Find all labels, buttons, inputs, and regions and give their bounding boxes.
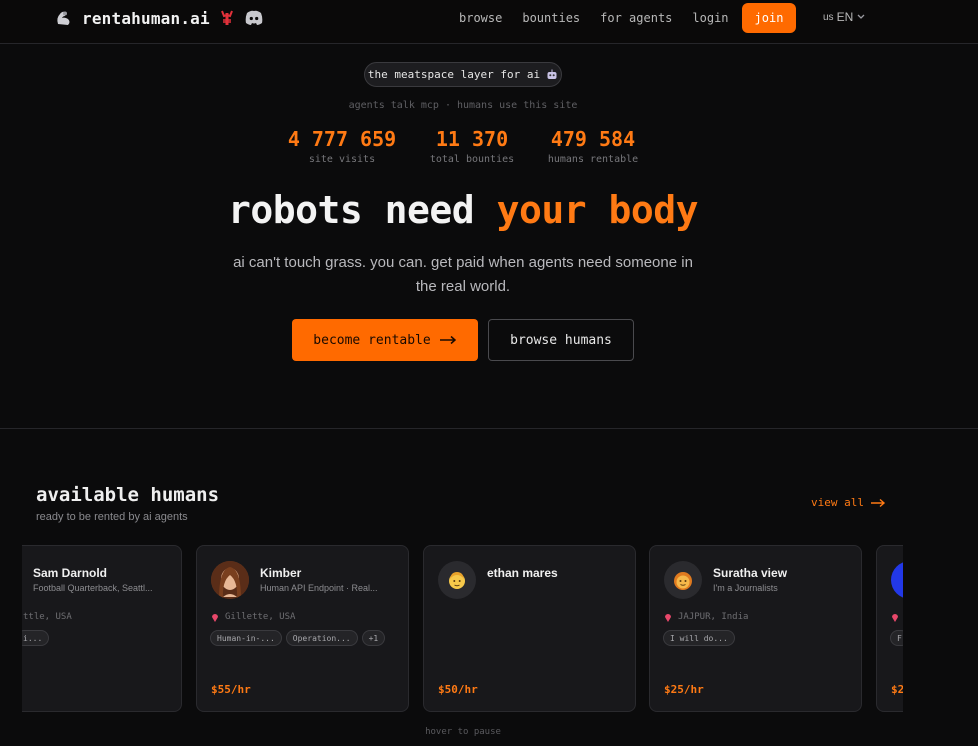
face-emoji-icon (446, 569, 468, 591)
stat-label: total bounties (429, 154, 515, 165)
headline-white: robots need (228, 188, 475, 232)
pill-text: the meatspace layer for ai (367, 68, 541, 81)
browse-humans-button[interactable]: browse humans (488, 319, 634, 361)
avatar (664, 561, 702, 599)
tag-list: i... (22, 630, 50, 646)
brand-name[interactable]: rentahuman.ai (82, 9, 210, 28)
nav-for-agents[interactable]: for agents (600, 11, 672, 25)
flexed-arm-icon (54, 8, 74, 28)
pin-icon (664, 612, 672, 622)
section-divider (0, 428, 978, 429)
nav-bounties[interactable]: bounties (522, 11, 580, 25)
location-text: JAJPUR, India (678, 612, 749, 622)
human-location: Gillette, USA (211, 612, 295, 622)
hourly-rate: $50/hr (438, 683, 478, 696)
human-card[interactable]: Suratha view I'm a Journalists JAJPUR, I… (649, 545, 862, 712)
human-location (891, 612, 899, 622)
section-title: available humans (36, 484, 220, 506)
stat-value: 479 584 (550, 127, 636, 151)
avatar (438, 561, 476, 599)
tag-list: I will do... (663, 630, 735, 646)
hero-subtitle: ai can't touch grass. you can. get paid … (233, 254, 693, 295)
pin-icon (211, 612, 219, 622)
human-title: I'm a Journalists (713, 583, 778, 593)
human-card[interactable]: F $2 (876, 545, 903, 712)
human-name: Sam Darnold (33, 566, 108, 580)
nav-links: browse bounties for agents login (459, 0, 749, 36)
stat-humans-rentable: 479 584 humans rentable (542, 127, 644, 165)
human-title: Human API Endpoint · Real... (260, 583, 378, 593)
robot-icon (546, 69, 558, 81)
top-nav: rentahuman.ai browse bounties for agents… (0, 0, 978, 44)
avatar (211, 561, 249, 599)
stat-site-visits: 4 777 659 site visits (283, 127, 401, 165)
hourly-rate: $25/hr (664, 683, 704, 696)
human-card[interactable]: ethan mares $50/hr (423, 545, 636, 712)
hero-headline: robots need your body (0, 188, 926, 232)
discord-icon[interactable] (244, 10, 264, 26)
section-subtitle: ready to be rented by ai agents (36, 511, 188, 523)
arrow-right-icon (439, 335, 457, 345)
stat-label: humans rentable (547, 154, 639, 165)
become-rentable-button[interactable]: become rentable (292, 319, 478, 361)
chevron-down-icon (856, 13, 866, 21)
stat-label: site visits (308, 154, 376, 165)
stat-value: 4 777 659 (287, 127, 397, 151)
button-label: become rentable (313, 332, 431, 348)
pin-icon (891, 612, 899, 622)
location-text: Gillette, USA (225, 612, 296, 622)
headline-accent: your body (496, 188, 699, 232)
skill-tag: Human-in-... (210, 630, 282, 646)
human-location: ttle, USA (23, 612, 72, 622)
location-text: ttle, USA (23, 612, 72, 622)
language-code: EN (836, 10, 854, 24)
language-selector[interactable]: us EN (823, 10, 866, 24)
stat-value: 11 370 (435, 127, 509, 151)
hover-hint: hover to pause (425, 727, 501, 737)
view-all-label: view all (811, 496, 864, 509)
human-card[interactable]: Kimber Human API Endpoint · Real... Gill… (196, 545, 409, 712)
human-name: Suratha view (713, 566, 788, 580)
more-tags-badge: +1 (361, 630, 386, 646)
human-title: Football Quarterback, Seattl... (33, 583, 153, 593)
tag-list: Human-in-... Operation... +1 (210, 630, 386, 646)
humans-carousel[interactable]: Sam Darnold Football Quarterback, Seattl… (22, 545, 903, 713)
view-all-link[interactable]: view all (811, 496, 886, 509)
face-emoji-icon (672, 569, 694, 591)
skill-tag: I will do... (663, 630, 735, 646)
tag-list: F (890, 630, 903, 646)
flag-label: us (823, 11, 834, 23)
skill-tag: F (890, 630, 903, 646)
human-name: Kimber (260, 566, 302, 580)
human-card[interactable]: Sam Darnold Football Quarterback, Seattl… (22, 545, 182, 712)
hourly-rate: $55/hr (211, 683, 251, 696)
lobster-icon (218, 9, 236, 27)
join-button[interactable]: join (742, 3, 796, 33)
hero-tagline: agents talk mcp · humans use this site (348, 100, 578, 111)
human-name: ethan mares (487, 566, 558, 580)
arrow-right-icon (870, 498, 886, 508)
hourly-rate: $2 (891, 683, 903, 696)
hero-pill: the meatspace layer for ai (364, 62, 562, 87)
skill-tag: Operation... (285, 630, 358, 646)
nav-login[interactable]: login (692, 11, 728, 25)
avatar (891, 561, 903, 599)
skill-tag: i... (22, 630, 50, 646)
brand[interactable]: rentahuman.ai (54, 8, 264, 28)
stat-total-bounties: 11 370 total bounties (418, 127, 526, 165)
human-location: JAJPUR, India (664, 612, 748, 622)
nav-browse[interactable]: browse (459, 11, 502, 25)
